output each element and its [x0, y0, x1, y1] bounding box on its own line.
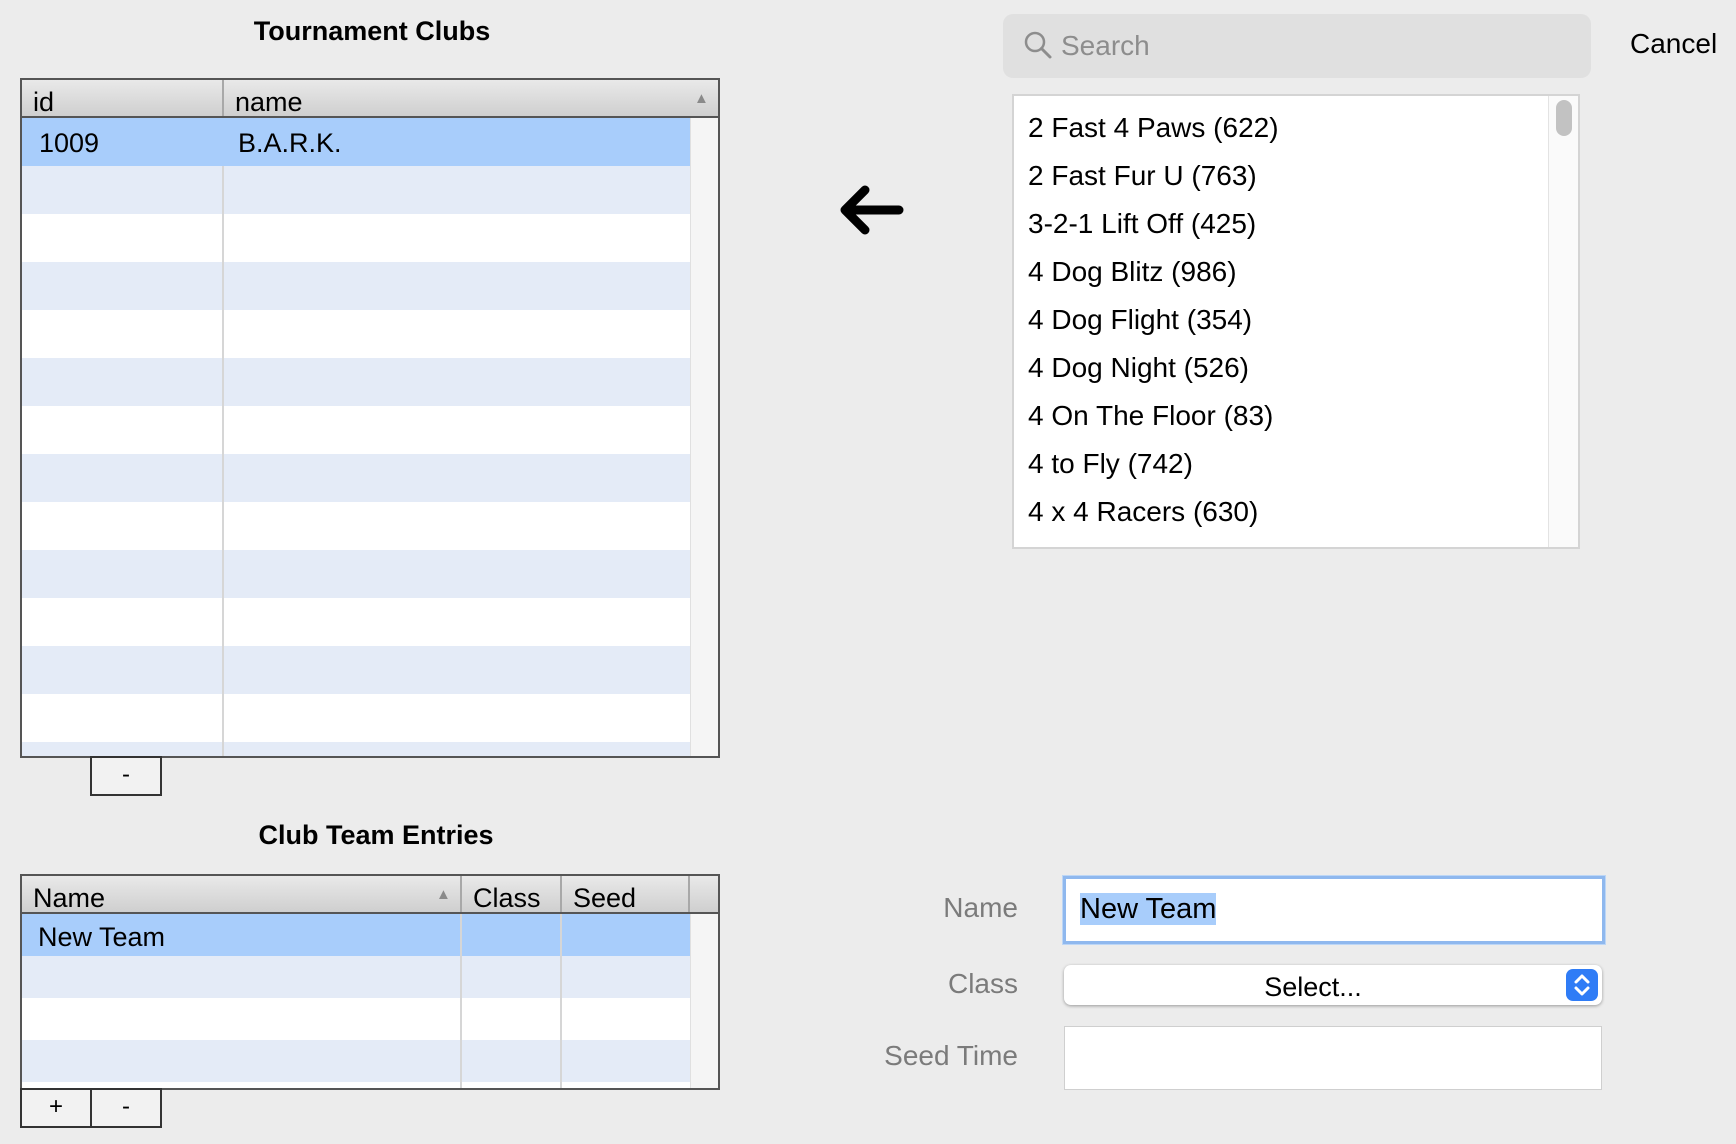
name-label: Name: [943, 892, 1018, 923]
sort-ascending-icon: ▲: [436, 886, 451, 903]
table-row[interactable]: [22, 998, 718, 1040]
cell-team-name: New Team: [38, 922, 166, 952]
remove-team-button[interactable]: -: [90, 1088, 162, 1128]
table-row[interactable]: [22, 406, 718, 454]
list-item[interactable]: 3-2-1 Lift Off (425): [1028, 208, 1256, 240]
list-item[interactable]: 4 Dog Night (526): [1028, 352, 1249, 384]
table-body: 1009 B.A.R.K.: [22, 118, 718, 756]
tournament-clubs-table[interactable]: id name ▲ 1009 B.A.R.K.: [20, 78, 720, 758]
table-row[interactable]: [22, 214, 718, 262]
table-row[interactable]: [22, 1040, 718, 1082]
table-row[interactable]: [22, 310, 718, 358]
search-icon: [1024, 31, 1052, 59]
list-item[interactable]: 4 On The Floor (83): [1028, 400, 1273, 432]
cell-id: 1009: [39, 128, 100, 158]
remove-club-button[interactable]: -: [90, 756, 162, 796]
table-row[interactable]: [22, 502, 718, 550]
table-row[interactable]: [22, 262, 718, 310]
table-row[interactable]: [22, 598, 718, 646]
add-team-button[interactable]: +: [20, 1088, 92, 1128]
table-body: New Team: [22, 914, 718, 1088]
cell-team-class: [462, 914, 560, 956]
table-scrollbar[interactable]: [690, 118, 718, 756]
table-header: id name ▲: [22, 80, 718, 118]
column-header-name[interactable]: name: [224, 80, 718, 116]
seed-time-label: Seed Time: [884, 1040, 1018, 1071]
table-row[interactable]: [22, 454, 718, 502]
cancel-button[interactable]: Cancel: [1630, 28, 1717, 60]
class-label: Class: [947, 968, 1018, 999]
list-item[interactable]: 2 Fast Fur U (763): [1028, 160, 1257, 192]
sort-ascending-icon: ▲: [694, 90, 709, 107]
search-input[interactable]: Search: [1003, 14, 1591, 78]
list-item[interactable]: 4 x 4 Racers (630): [1028, 496, 1258, 528]
list-item[interactable]: 4 Dog Blitz (986): [1028, 256, 1237, 288]
club-team-entries-title: Club Team Entries: [258, 820, 494, 850]
class-select-value: Select...: [1264, 972, 1362, 1002]
column-divider: [560, 914, 562, 1088]
column-divider: [460, 914, 462, 1088]
list-scrollbar[interactable]: [1548, 96, 1578, 547]
table-row[interactable]: [22, 646, 718, 694]
list-item[interactable]: 2 Fast 4 Paws (622): [1028, 112, 1279, 144]
table-row[interactable]: [22, 358, 718, 406]
column-header-seed[interactable]: Seed: [562, 876, 690, 912]
column-header-name[interactable]: Name: [22, 876, 462, 912]
table-row[interactable]: 1009 B.A.R.K.: [22, 118, 718, 166]
cell-name: B.A.R.K.: [238, 128, 342, 158]
table-row[interactable]: [22, 694, 718, 742]
search-placeholder: Search: [1061, 30, 1150, 61]
table-scrollbar[interactable]: [690, 914, 718, 1088]
table-row[interactable]: [22, 550, 718, 598]
table-row[interactable]: [22, 956, 718, 998]
column-divider: [222, 166, 224, 756]
club-search-results[interactable]: 2 Fast 4 Paws (622) 2 Fast Fur U (763) 3…: [1012, 94, 1580, 549]
class-select[interactable]: Select...: [1064, 965, 1602, 1005]
cell-team-seed: [562, 914, 690, 956]
arrow-left-icon: [840, 185, 904, 235]
team-name-value: New Team: [1080, 879, 1217, 939]
seed-time-field[interactable]: [1064, 1026, 1602, 1090]
column-header-class[interactable]: Class: [462, 876, 562, 912]
list-item[interactable]: 4 to Fly (742): [1028, 448, 1193, 480]
chevron-up-down-icon: [1566, 969, 1598, 1001]
scroll-thumb[interactable]: [1556, 100, 1572, 136]
table-row[interactable]: [22, 166, 718, 214]
club-team-entries-table[interactable]: Name ▲ Class Seed New Team: [20, 874, 720, 1090]
team-name-field[interactable]: New Team: [1063, 876, 1605, 944]
tournament-clubs-title: Tournament Clubs: [253, 16, 491, 46]
selected-text: New Team: [1080, 893, 1217, 925]
column-header-id[interactable]: id: [22, 80, 224, 116]
table-header: Name ▲ Class Seed: [22, 876, 718, 914]
table-row[interactable]: New Team: [22, 914, 718, 956]
list-item[interactable]: 4 Dog Flight (354): [1028, 304, 1252, 336]
